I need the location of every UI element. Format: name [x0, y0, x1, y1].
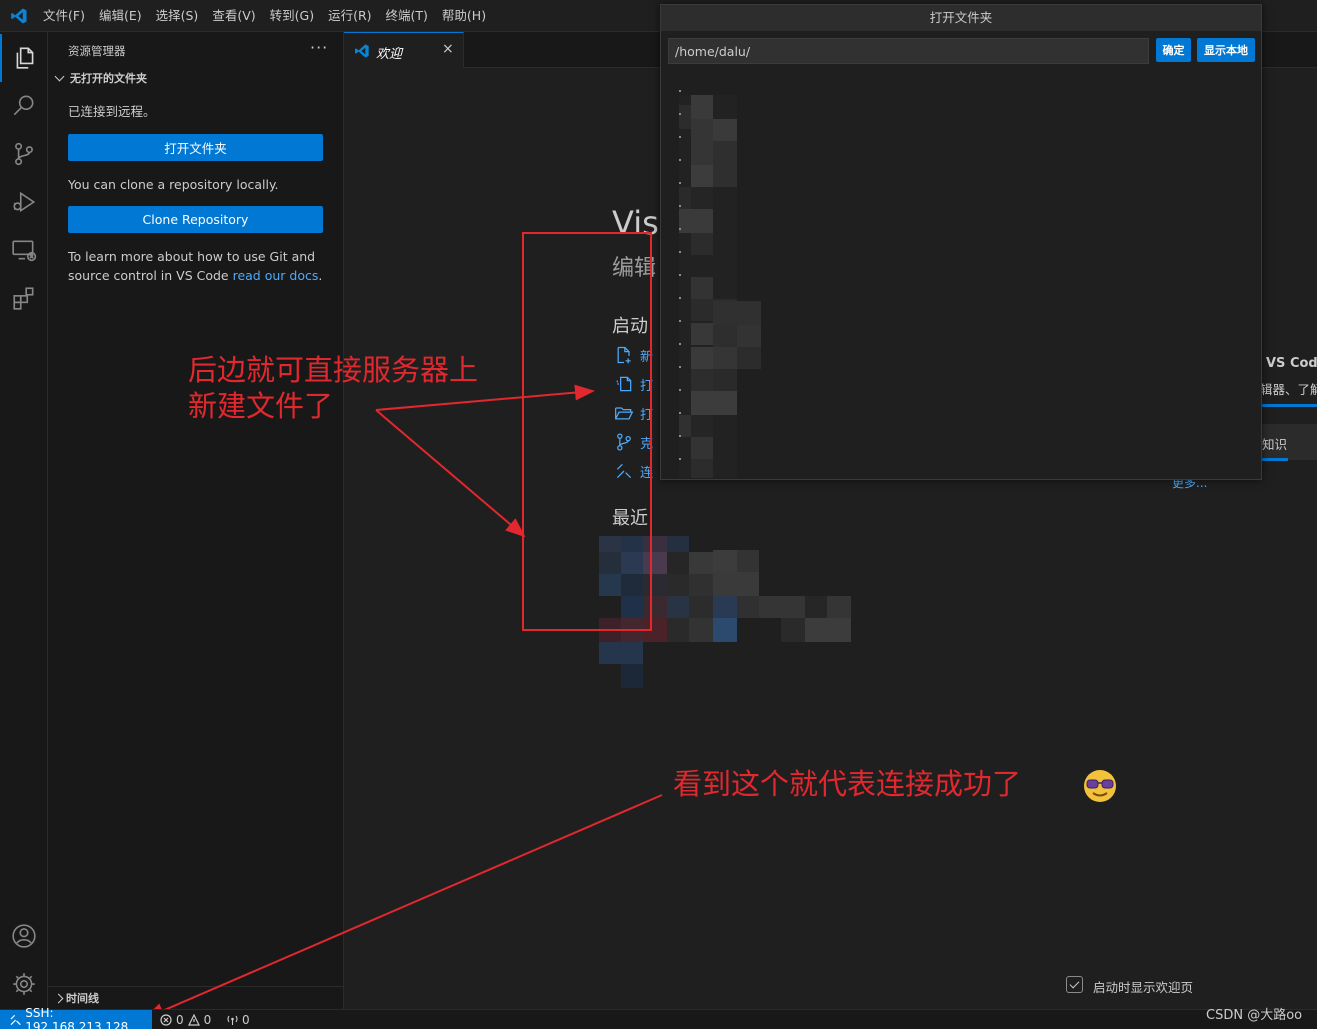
menu-help[interactable]: 帮助(H) — [435, 0, 493, 32]
settings-gear-icon[interactable] — [0, 960, 48, 1008]
start-clone-git[interactable]: 克 — [614, 432, 653, 452]
vscode-logo-icon — [355, 44, 369, 58]
section-label: 无打开的文件夹 — [70, 72, 147, 85]
start-connect-to[interactable]: 连 — [614, 461, 653, 481]
search-icon[interactable] — [0, 82, 48, 130]
folder-path-input[interactable] — [668, 38, 1149, 64]
remote-explorer-icon[interactable] — [0, 226, 48, 274]
walkthrough-description: 辑器、了解 — [1260, 382, 1317, 397]
menu-run[interactable]: 运行(R) — [321, 0, 378, 32]
open-folder-button[interactable]: 打开文件夹 — [68, 134, 323, 161]
watermark: CSDN @大路oo — [1206, 1008, 1303, 1023]
warning-count: 0 — [203, 1013, 212, 1027]
show-welcome-label: 启动时显示欢迎页 — [1093, 980, 1194, 995]
start-item-label: 打 — [640, 407, 654, 423]
walkthrough-title: VS Code — [1266, 356, 1317, 371]
start-item-label: 连 — [640, 465, 654, 481]
recent-heading: 最近 — [612, 508, 648, 529]
menu-go[interactable]: 转到(G) — [263, 0, 321, 32]
ok-button[interactable]: 确定 — [1156, 38, 1191, 62]
folder-open-icon — [615, 407, 634, 420]
start-open-folder[interactable]: 打 — [614, 403, 653, 423]
welcome-title: Vis — [612, 204, 659, 242]
walkthrough-card-label: 知识 — [1262, 437, 1288, 452]
clone-hint-text: You can clone a repository locally. — [68, 177, 279, 192]
divider — [48, 986, 343, 987]
source-control-icon[interactable] — [0, 130, 48, 178]
menu-terminal[interactable]: 终端(T) — [379, 0, 435, 32]
radio-tower-icon — [227, 1015, 238, 1025]
run-debug-icon[interactable] — [0, 178, 48, 226]
chevron-right-icon — [53, 993, 64, 1003]
timeline-label: 时间线 — [66, 992, 99, 1005]
open-file-icon — [616, 376, 632, 392]
show-welcome-checkbox[interactable] — [1066, 976, 1083, 993]
open-folder-dialog: 打开文件夹 确定 显示本地 — [660, 4, 1262, 480]
git-docs-paragraph: To learn more about how to use Git and s… — [68, 247, 328, 285]
ports-indicator[interactable]: 0 — [226, 1010, 250, 1029]
folder-list-redacted[interactable] — [679, 83, 1259, 478]
sidebar-title: 资源管理器 — [68, 44, 126, 58]
annotation-note-2: 看到这个就代表连接成功了 — [673, 767, 1022, 801]
error-count: 0 — [176, 1013, 184, 1027]
show-local-button[interactable]: 显示本地 — [1197, 38, 1255, 62]
annotation-line: 后边就可直接服务器上 — [188, 353, 479, 387]
welcome-subtitle: 编辑 — [612, 256, 657, 281]
account-icon[interactable] — [0, 912, 48, 960]
new-file-icon — [617, 346, 631, 364]
check-icon — [1069, 978, 1080, 989]
walkthrough-progress — [1260, 404, 1317, 407]
annotation-note-1: 后边就可直接服务器上 新建文件了 — [188, 352, 478, 424]
vscode-logo-icon — [11, 8, 27, 24]
read-docs-link[interactable]: read our docs — [233, 268, 319, 283]
chevron-down-icon — [54, 71, 65, 82]
start-item-label: 新 — [640, 349, 654, 365]
section-header-no-folder[interactable]: 无打开的文件夹 — [53, 70, 147, 86]
remote-indicator[interactable]: SSH: 192.168.213.128 — [0, 1006, 152, 1029]
remote-label: SSH: 192.168.213.128 — [25, 1006, 129, 1029]
menu-selection[interactable]: 选择(S) — [149, 0, 206, 32]
annotation-line: 新建文件了 — [188, 389, 334, 423]
ports-count: 0 — [242, 1013, 250, 1027]
explorer-icon[interactable] — [0, 34, 48, 82]
start-open-file[interactable]: 打 — [614, 374, 653, 394]
menu-edit[interactable]: 编辑(E) — [92, 0, 149, 32]
close-icon[interactable]: × — [442, 41, 454, 57]
source-control-icon — [617, 433, 631, 451]
menu-bar: 文件(F) 编辑(E) 选择(S) 查看(V) 转到(G) 运行(R) 终端(T… — [36, 0, 493, 32]
activity-bar — [0, 32, 48, 1009]
problems-indicator[interactable]: 0 0 — [160, 1010, 211, 1029]
menu-view[interactable]: 查看(V) — [205, 0, 262, 32]
sunglasses-emoji-icon — [1084, 770, 1116, 802]
status-bar: SSH: 192.168.213.128 0 0 0 — [0, 1006, 1317, 1029]
git-docs-end: . — [318, 268, 323, 283]
menu-file[interactable]: 文件(F) — [36, 0, 92, 32]
explorer-sidebar: 资源管理器 ··· 无打开的文件夹 已连接到远程。 打开文件夹 You can … — [48, 32, 344, 1009]
more-actions-icon[interactable]: ··· — [310, 38, 328, 57]
timeline-section-header[interactable]: 时间线 — [53, 990, 99, 1006]
warning-icon — [187, 1014, 200, 1026]
start-heading: 启动 — [612, 316, 648, 337]
dialog-title: 打开文件夹 — [661, 5, 1261, 31]
walkthrough-progress — [1260, 458, 1288, 461]
start-new-file[interactable]: 新 — [614, 345, 653, 365]
tab-welcome[interactable]: 欢迎 × — [344, 32, 464, 68]
tab-label: 欢迎 — [376, 47, 403, 62]
error-icon — [160, 1014, 172, 1026]
start-item-label: 克 — [640, 436, 654, 452]
extensions-icon[interactable] — [0, 274, 48, 322]
remote-icon — [10, 1014, 21, 1026]
start-item-label: 打 — [640, 378, 654, 394]
remote-icon — [616, 463, 632, 479]
connected-remote-text: 已连接到远程。 — [68, 104, 156, 119]
clone-repository-button[interactable]: Clone Repository — [68, 206, 323, 233]
